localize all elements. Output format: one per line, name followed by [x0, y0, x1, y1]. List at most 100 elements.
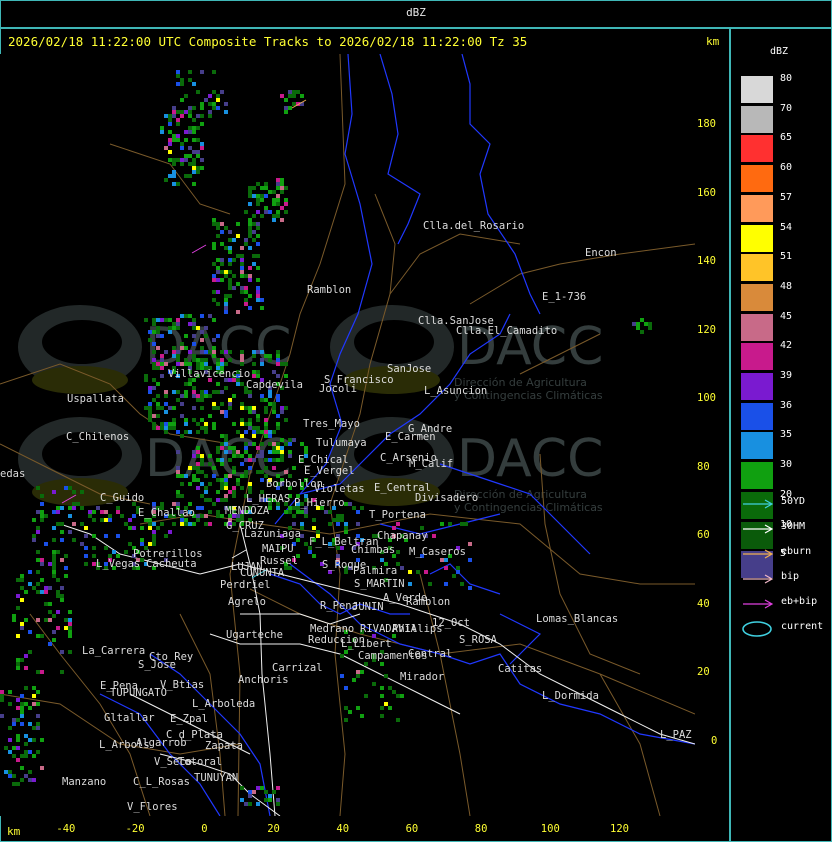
legend-label-51: 51: [780, 251, 793, 263]
radar-pixel: [240, 258, 244, 262]
radar-pixel: [344, 502, 348, 506]
radar-pixel: [416, 570, 420, 574]
radar-pixel: [236, 310, 240, 314]
radar-pixel: [644, 322, 648, 326]
radar-pixel: [216, 458, 220, 462]
radar-pixel: [172, 326, 176, 330]
radar-pixel: [224, 486, 228, 490]
radar-pixel: [196, 166, 200, 170]
radar-pixel: [248, 294, 252, 298]
radar-pixel: [208, 462, 212, 466]
radar-pixel: [164, 390, 168, 394]
radar-pixel: [444, 558, 448, 562]
radar-pixel: [440, 558, 444, 562]
radar-pixel: [8, 726, 12, 730]
radar-pixel: [468, 542, 472, 546]
radar-pixel: [248, 278, 252, 282]
radar-pixel: [252, 354, 256, 358]
radar-pixel: [176, 158, 180, 162]
radar-pixel: [240, 462, 244, 466]
radar-pixel: [52, 574, 56, 578]
radar-pixel: [216, 446, 220, 450]
place-label: SanJose: [387, 363, 431, 375]
radar-pixel: [276, 426, 280, 430]
radar-pixel: [212, 338, 216, 342]
radar-pixel: [356, 670, 360, 674]
radar-pixel: [164, 402, 168, 406]
radar-pixel: [212, 70, 216, 74]
radar-pixel: [0, 714, 4, 718]
radar-pixel: [248, 194, 252, 198]
radar-pixel: [188, 482, 192, 486]
radar-pixel: [56, 610, 60, 614]
radar-pixel: [292, 522, 296, 526]
radar-pixel: [228, 258, 232, 262]
radar-pixel: [352, 506, 356, 510]
radar-pixel: [312, 518, 316, 522]
radar-pixel: [328, 522, 332, 526]
radar-pixel: [200, 158, 204, 162]
radar-pixel: [180, 114, 184, 118]
radar-map[interactable]: DACC DACCDirección de Agriculturay Contin…: [0, 54, 695, 816]
radar-pixel: [196, 478, 200, 482]
radar-pixel: [160, 126, 164, 130]
radar-pixel: [16, 634, 20, 638]
radar-pixel: [56, 522, 60, 526]
radar-pixel: [204, 358, 208, 362]
radar-pixel: [200, 458, 204, 462]
radar-pixel: [176, 134, 180, 138]
radar-pixel: [68, 514, 72, 518]
radar-pixel: [52, 614, 56, 618]
radar-pixel: [168, 326, 172, 330]
radar-pixel: [20, 766, 24, 770]
radar-pixel: [264, 210, 268, 214]
radar-pixel: [272, 450, 276, 454]
radar-pixel: [104, 546, 108, 550]
radar-pixel: [84, 534, 88, 538]
radar-pixel: [224, 494, 228, 498]
radar-pixel: [176, 118, 180, 122]
place-label: Clla.del_Rosario: [423, 220, 524, 232]
radar-pixel: [256, 802, 260, 806]
radar-pixel: [212, 318, 216, 322]
radar-pixel: [176, 122, 180, 126]
radar-pixel: [20, 574, 24, 578]
radar-pixel: [156, 334, 160, 338]
radar-pixel: [188, 362, 192, 366]
radar-pixel: [160, 130, 164, 134]
radar-pixel: [344, 530, 348, 534]
radar-pixel: [32, 738, 36, 742]
radar-pixel: [152, 530, 156, 534]
radar-pixel: [224, 306, 228, 310]
track-key-50YD: 50YD: [741, 495, 829, 513]
radar-pixel: [648, 322, 652, 326]
radar-pixel: [288, 450, 292, 454]
radar-pixel: [264, 790, 268, 794]
radar-pixel: [192, 138, 196, 142]
radar-pixel: [108, 514, 112, 518]
radar-pixel: [52, 570, 56, 574]
radar-pixel: [204, 474, 208, 478]
radar-pixel: [212, 390, 216, 394]
radar-pixel: [68, 610, 72, 614]
radar-pixel: [264, 426, 268, 430]
radar-pixel: [24, 618, 28, 622]
radar-pixel: [216, 98, 220, 102]
radar-pixel: [52, 562, 56, 566]
place-label: Russel: [260, 555, 298, 567]
radar-pixel: [276, 182, 280, 186]
radar-pixel: [40, 562, 44, 566]
y-tick-label: 80: [697, 460, 710, 473]
radar-pixel: [256, 194, 260, 198]
radar-pixel: [260, 442, 264, 446]
radar-pixel: [196, 462, 200, 466]
radar-pixel: [60, 594, 64, 598]
radar-pixel: [360, 714, 364, 718]
track-key-eburn: eburn: [741, 545, 829, 563]
radar-pixel: [184, 390, 188, 394]
radar-pixel: [188, 70, 192, 74]
radar-pixel: [160, 354, 164, 358]
radar-pixel: [200, 346, 204, 350]
radar-pixel: [56, 510, 60, 514]
radar-pixel: [52, 538, 56, 542]
